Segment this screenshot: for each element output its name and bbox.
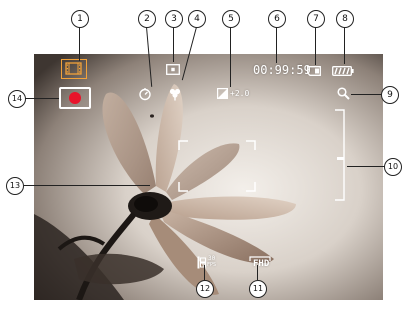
battery-icon bbox=[332, 66, 354, 76]
callout-8: 8 bbox=[336, 10, 354, 28]
callout-leader-12 bbox=[204, 265, 205, 280]
time-remaining: 00:99:59 bbox=[253, 63, 311, 77]
callout-leader-10 bbox=[347, 166, 385, 167]
callout-4: 4 bbox=[188, 10, 206, 28]
callout-7: 7 bbox=[307, 10, 325, 28]
zoom-bar-icon bbox=[335, 109, 345, 201]
self-timer-icon bbox=[139, 88, 151, 101]
callout-13: 13 bbox=[6, 177, 24, 195]
callout-3: 3 bbox=[165, 10, 183, 28]
movie-mode-icon bbox=[61, 59, 87, 79]
focus-frame-icon bbox=[178, 140, 256, 192]
callout-leader-14 bbox=[25, 98, 59, 99]
callout-1: 1 bbox=[71, 10, 89, 28]
ev-value: +2.0 bbox=[230, 89, 250, 98]
callout-leader-13 bbox=[24, 185, 150, 186]
callout-leader-6 bbox=[276, 27, 277, 63]
callout-10: 10 bbox=[384, 158, 402, 176]
callout-leader-7 bbox=[315, 27, 316, 65]
callout-leader-5 bbox=[230, 27, 231, 87]
callout-5: 5 bbox=[222, 10, 240, 28]
record-button-icon bbox=[59, 87, 91, 109]
video-quality-icon: FHD bbox=[249, 256, 273, 270]
macro-icon bbox=[169, 88, 181, 101]
callout-12: 12 bbox=[196, 280, 214, 298]
zoom-icon bbox=[337, 87, 350, 100]
callout-6: 6 bbox=[268, 10, 286, 28]
callout-11: 11 bbox=[249, 280, 267, 298]
metering-icon bbox=[166, 64, 180, 75]
callout-leader-1 bbox=[79, 27, 80, 61]
callout-leader-8 bbox=[344, 27, 345, 64]
ev-icon bbox=[217, 88, 228, 99]
sd-card-icon bbox=[307, 66, 321, 76]
callout-14: 14 bbox=[8, 90, 26, 108]
callout-leader-11 bbox=[257, 265, 258, 280]
frame-rate-value: 30 bbox=[208, 255, 216, 262]
video-quality-label: FHD bbox=[253, 259, 270, 269]
frame-rate-unit: FPS bbox=[207, 262, 217, 268]
callout-2: 2 bbox=[138, 10, 156, 28]
camera-lcd-screen: +2.0 00:99:59 30 FPS FHD bbox=[34, 54, 383, 300]
callout-9: 9 bbox=[381, 86, 399, 104]
frame-rate-icon: 30 FPS bbox=[197, 255, 223, 270]
callout-leader-3 bbox=[173, 27, 174, 62]
callout-leader-9 bbox=[351, 94, 381, 95]
